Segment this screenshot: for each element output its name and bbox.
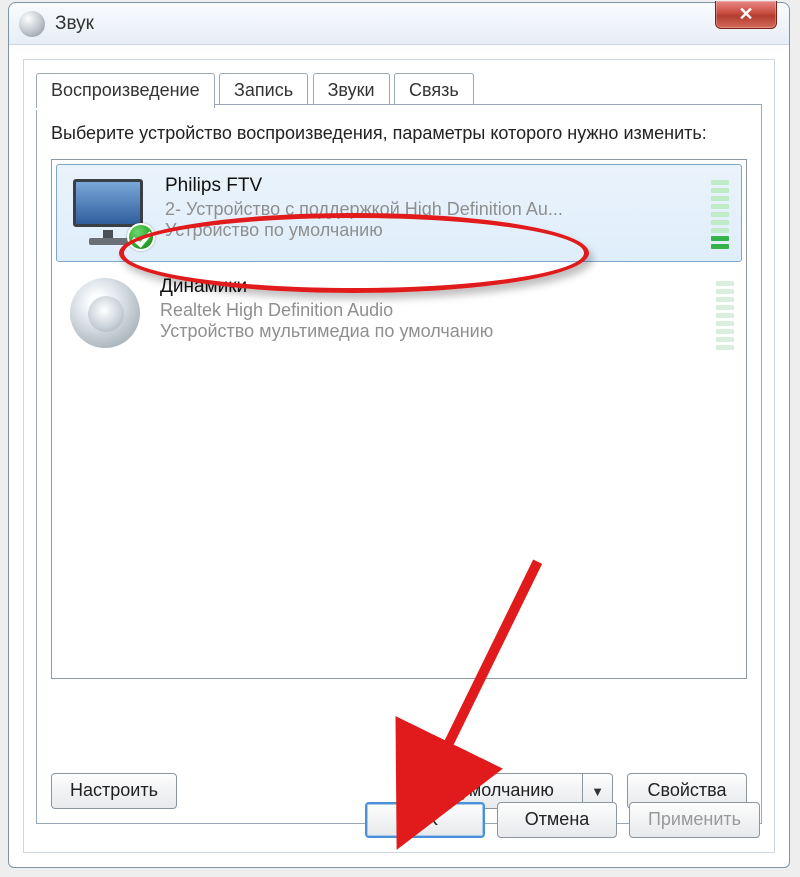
button-label: Свойства (647, 780, 726, 800)
tab-communications[interactable]: Связь (394, 73, 474, 108)
titlebar[interactable]: Звук (9, 3, 789, 45)
device-driver: Realtek High Definition Audio (160, 300, 708, 321)
chevron-down-icon: ▼ (591, 784, 604, 799)
device-row[interactable]: Philips FTV 2- Устройство с поддержкой H… (56, 164, 742, 262)
button-label: Применить (648, 809, 741, 829)
tab-label: Звуки (328, 80, 375, 100)
tab-strip: Воспроизведение Запись Звуки Связь (24, 60, 774, 104)
device-status: Устройство по умолчанию (165, 220, 703, 241)
vu-meter (711, 175, 729, 249)
client-area: Воспроизведение Запись Звуки Связь Выбер… (23, 59, 775, 853)
tab-playback[interactable]: Воспроизведение (36, 73, 215, 108)
tab-recording[interactable]: Запись (219, 73, 308, 108)
speaker-icon (62, 276, 148, 350)
device-driver: 2- Устройство с поддержкой High Definiti… (165, 199, 703, 220)
close-button[interactable]: ✕ (715, 1, 777, 29)
device-text: Динамики Realtek High Definition Audio У… (160, 276, 708, 342)
tab-label: Запись (234, 80, 293, 100)
dialog-button-row: OK Отмена Применить (38, 802, 760, 838)
tab-label: Воспроизведение (51, 80, 200, 100)
apply-button[interactable]: Применить (629, 802, 760, 838)
monitor-icon (67, 175, 153, 249)
button-label: OK (412, 809, 438, 829)
vu-meter (716, 276, 734, 350)
button-label: Отмена (525, 809, 590, 829)
window-title: Звук (55, 13, 94, 35)
sound-icon (19, 11, 45, 37)
device-name: Динамики (160, 276, 708, 298)
cancel-button[interactable]: Отмена (497, 802, 617, 838)
button-label: Настроить (70, 780, 158, 800)
device-status: Устройство мультимедиа по умолчанию (160, 321, 708, 342)
button-label: По умолчанию (432, 780, 554, 800)
instruction-text: Выберите устройство воспроизведения, пар… (51, 121, 747, 145)
playback-panel: Выберите устройство воспроизведения, пар… (36, 104, 762, 824)
default-check-icon (127, 223, 155, 251)
tab-label: Связь (409, 80, 459, 100)
device-name: Philips FTV (165, 175, 703, 197)
sound-dialog: Звук ✕ Воспроизведение Запись Звуки Связ… (8, 2, 790, 868)
device-row[interactable]: Динамики Realtek High Definition Audio У… (52, 266, 746, 362)
ok-button[interactable]: OK (365, 802, 485, 838)
tab-sounds[interactable]: Звуки (313, 73, 390, 108)
device-list[interactable]: Philips FTV 2- Устройство с поддержкой H… (51, 159, 747, 679)
device-text: Philips FTV 2- Устройство с поддержкой H… (165, 175, 703, 241)
close-icon: ✕ (738, 4, 753, 25)
